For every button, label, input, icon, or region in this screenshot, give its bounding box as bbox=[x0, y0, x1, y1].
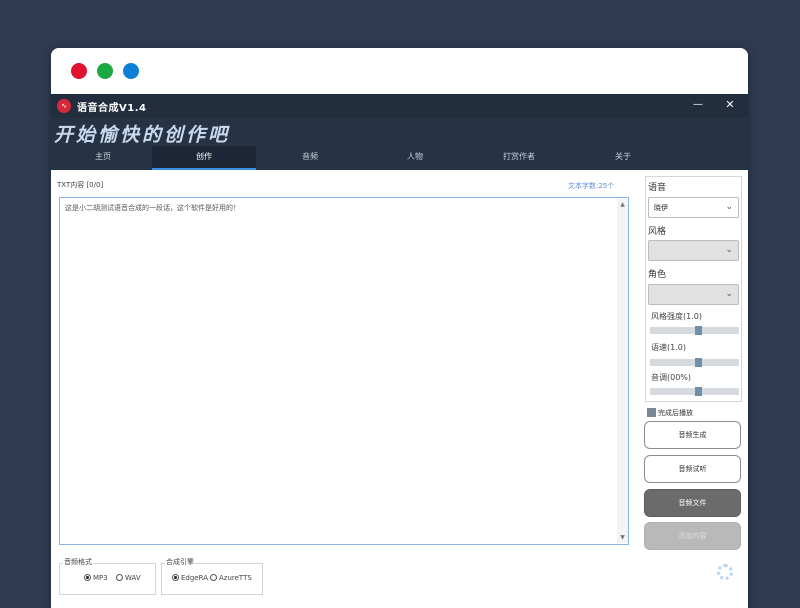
create-page: TXT内容 [0/0] 文本字数:25个 这是小二胡测试语音合成的一段话，这个软… bbox=[51, 170, 748, 608]
role-label: 角色 bbox=[648, 270, 667, 280]
close-button[interactable]: ✕ bbox=[723, 97, 737, 113]
engine-group: 合成引擎 EdgeRA AzureTTS bbox=[161, 557, 263, 595]
radio-azuretts[interactable]: AzureTTS bbox=[210, 574, 252, 582]
slider-thumb[interactable] bbox=[695, 326, 702, 335]
play-after-done[interactable]: 完成后播放 bbox=[647, 408, 693, 418]
banner: 开始愉快的创作吧 bbox=[51, 118, 748, 146]
settings-panel: 语音 晓伊 ⌄ 风格 ⌄ 角色 ⌄ 风格强度(1.0) 语速(1.0) 音调(0… bbox=[645, 176, 742, 402]
engine-title: 合成引擎 bbox=[165, 557, 195, 567]
radio-wav[interactable]: WAV bbox=[116, 574, 141, 582]
generate-audio-button[interactable]: 音频生成 bbox=[644, 421, 741, 449]
chevron-down-icon: ⌄ bbox=[725, 289, 733, 299]
chevron-down-icon: ⌄ bbox=[725, 202, 733, 212]
tab-bar: 主页 创作 音频 人物 打赏作者 关于 bbox=[51, 146, 748, 170]
slider-thumb[interactable] bbox=[695, 358, 702, 367]
play-after-done-label: 完成后播放 bbox=[658, 409, 693, 417]
tab-about[interactable]: 关于 bbox=[571, 146, 675, 170]
word-count: 文本字数:25个 bbox=[568, 182, 615, 190]
tab-donate[interactable]: 打赏作者 bbox=[467, 146, 571, 170]
editor-text[interactable]: 这是小二胡测试语音合成的一段话，这个软件是好用的！ bbox=[65, 203, 240, 213]
app-title: 语音合成V1.4 bbox=[77, 103, 147, 114]
voice-label: 语音 bbox=[648, 183, 667, 193]
editor-scrollbar[interactable]: ▲ ▼ bbox=[617, 199, 628, 543]
slider-thumb[interactable] bbox=[695, 387, 702, 396]
radio-unchecked-icon[interactable] bbox=[210, 574, 217, 581]
titlebar: ∿ 语音合成V1.4 — ✕ bbox=[51, 94, 748, 118]
role-select[interactable]: ⌄ bbox=[648, 284, 739, 305]
maximize-dot-icon[interactable] bbox=[97, 63, 113, 79]
mac-window-bar bbox=[51, 48, 748, 94]
style-select[interactable]: ⌄ bbox=[648, 240, 739, 261]
tab-audio[interactable]: 音频 bbox=[258, 146, 362, 170]
radio-edgera[interactable]: EdgeRA bbox=[172, 574, 208, 582]
scroll-down-icon[interactable]: ▼ bbox=[617, 532, 628, 543]
style-label: 风格 bbox=[648, 227, 667, 237]
radio-unchecked-icon[interactable] bbox=[116, 574, 123, 581]
voice-value: 晓伊 bbox=[654, 204, 668, 212]
checkbox-checked-icon[interactable] bbox=[647, 408, 656, 417]
speed-label: 语速(1.0) bbox=[651, 343, 686, 352]
minimize-button[interactable]: — bbox=[691, 97, 705, 113]
tab-home[interactable]: 主页 bbox=[51, 146, 155, 170]
tab-create[interactable]: 创作 bbox=[152, 146, 256, 170]
banner-text: 开始愉快的创作吧 bbox=[54, 124, 231, 146]
style-strength-label: 风格强度(1.0) bbox=[651, 312, 702, 321]
pitch-slider[interactable] bbox=[650, 387, 739, 396]
radio-checked-icon[interactable] bbox=[84, 574, 91, 581]
preview-audio-button[interactable]: 音频试听 bbox=[644, 455, 741, 483]
audio-file-button[interactable]: 音频文件 bbox=[644, 489, 741, 517]
loading-spinner-icon bbox=[717, 564, 733, 580]
pitch-label: 音调(00%) bbox=[651, 373, 692, 382]
scroll-up-icon[interactable]: ▲ bbox=[617, 199, 628, 210]
radio-checked-icon[interactable] bbox=[172, 574, 179, 581]
text-editor[interactable]: 这是小二胡测试语音合成的一段话，这个软件是好用的！ ▲ ▼ bbox=[59, 197, 629, 545]
audio-format-title: 音频格式 bbox=[63, 557, 93, 567]
speed-slider[interactable] bbox=[650, 358, 739, 367]
radio-mp3[interactable]: MP3 bbox=[84, 574, 108, 582]
chevron-down-icon: ⌄ bbox=[725, 245, 733, 255]
add-content-button[interactable]: 添加内容 bbox=[644, 522, 741, 550]
style-strength-slider[interactable] bbox=[650, 326, 739, 335]
app-frame: ∿ 语音合成V1.4 — ✕ 开始愉快的创作吧 主页 创作 音频 人物 打赏作者… bbox=[51, 48, 748, 608]
audio-wave-icon: ∿ bbox=[57, 99, 71, 113]
close-dot-icon[interactable] bbox=[71, 63, 87, 79]
txt-content-label: TXT内容 [0/0] bbox=[57, 181, 104, 189]
voice-select[interactable]: 晓伊 ⌄ bbox=[648, 197, 739, 218]
minimize-dot-icon[interactable] bbox=[123, 63, 139, 79]
audio-format-group: 音频格式 MP3 WAV bbox=[59, 557, 156, 595]
tab-characters[interactable]: 人物 bbox=[363, 146, 467, 170]
